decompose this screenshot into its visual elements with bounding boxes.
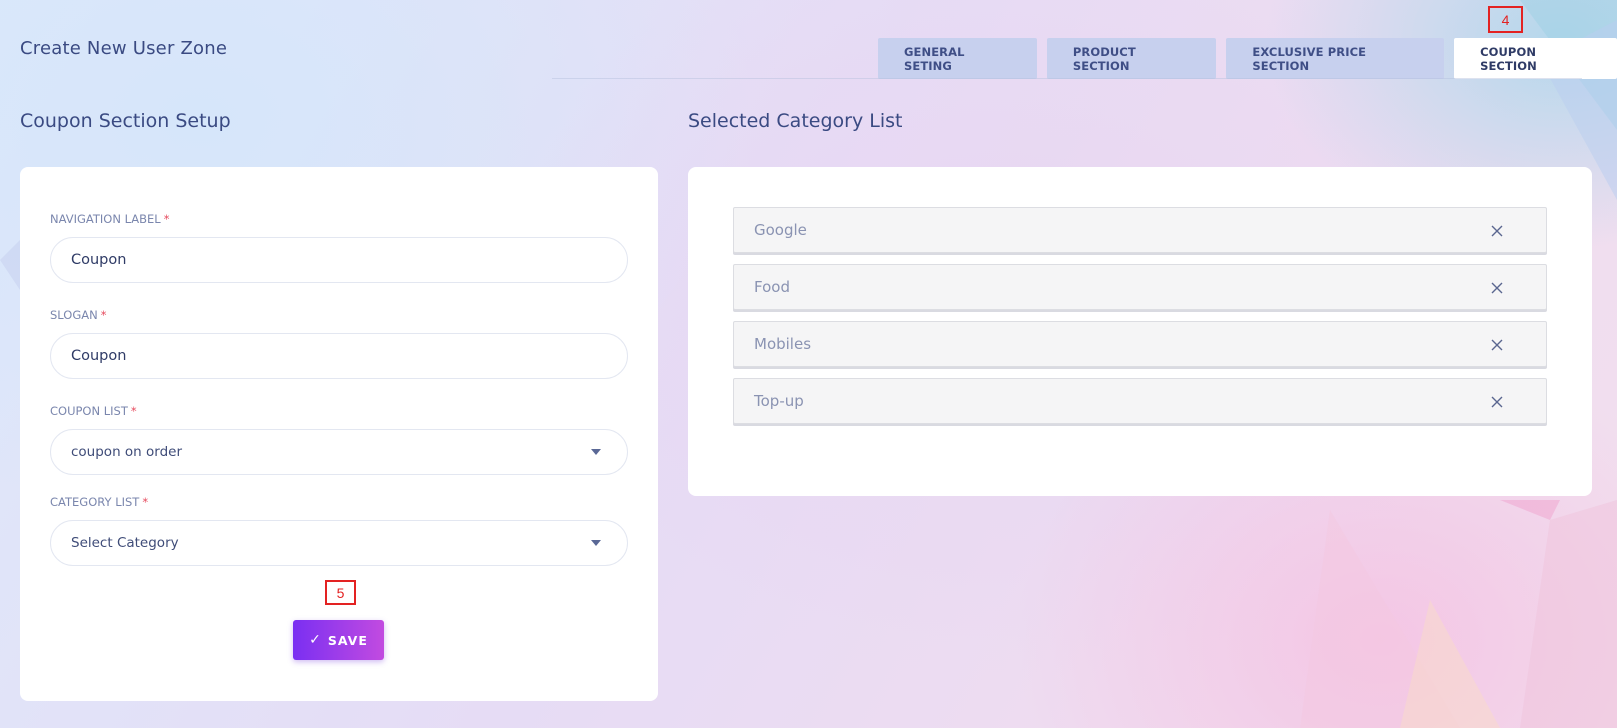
slogan-input[interactable]: Coupon	[50, 333, 628, 379]
save-button[interactable]: ✓ SAVE	[293, 620, 384, 660]
coupon-list-selected-value: coupon on order	[71, 444, 183, 460]
chevron-down-icon	[591, 540, 601, 546]
selected-category-card: Google Food Mobiles Top-up	[688, 167, 1592, 496]
close-icon[interactable]	[1488, 393, 1506, 411]
category-item-label: Mobiles	[754, 335, 812, 353]
close-icon[interactable]	[1488, 279, 1506, 297]
navigation-label-label: NAVIGATION LABEL *	[50, 212, 170, 226]
category-list-label: CATEGORY LIST *	[50, 495, 149, 509]
close-icon[interactable]	[1488, 222, 1506, 240]
tab-exclusive-price-section[interactable]: EXCLUSIVE PRICE SECTION	[1226, 38, 1445, 79]
list-item: Mobiles	[733, 321, 1547, 367]
tab-divider	[552, 78, 1582, 79]
chevron-down-icon	[591, 449, 601, 455]
coupon-setup-card: NAVIGATION LABEL * Coupon SLOGAN * Coupon …	[20, 167, 658, 701]
list-item: Google	[733, 207, 1547, 253]
category-item-label: Food	[754, 278, 790, 296]
category-item-label: Top-up	[754, 392, 804, 410]
annotation-marker-tab: 4	[1488, 6, 1523, 33]
tab-general-setting[interactable]: GENERAL SETING	[878, 38, 1037, 79]
tab-product-section[interactable]: PRODUCT SECTION	[1046, 38, 1217, 79]
page-title: Create New User Zone	[20, 38, 228, 59]
list-item: Top-up	[733, 378, 1547, 424]
close-icon[interactable]	[1488, 336, 1506, 354]
selected-list-title: Selected Category List	[688, 110, 903, 132]
slogan-label: SLOGAN *	[50, 308, 107, 322]
coupon-list-select[interactable]: coupon on order	[50, 429, 628, 475]
list-item: Food	[733, 264, 1547, 310]
category-list-selected-value: Select Category	[71, 535, 179, 551]
annotation-marker-save: 5	[325, 580, 356, 605]
form-section-title: Coupon Section Setup	[20, 110, 231, 132]
save-button-label: SAVE	[327, 632, 368, 648]
category-item-label: Google	[754, 221, 807, 239]
category-list-select[interactable]: Select Category	[50, 520, 628, 566]
coupon-list-label: COUPON LIST *	[50, 404, 137, 418]
tab-coupon-section[interactable]: COUPON SECTION	[1454, 38, 1617, 79]
section-tabs: GENERAL SETING PRODUCT SECTION EXCLUSIVE…	[878, 38, 1617, 79]
navigation-label-input[interactable]: Coupon	[50, 237, 628, 283]
check-icon: ✓	[309, 632, 322, 648]
